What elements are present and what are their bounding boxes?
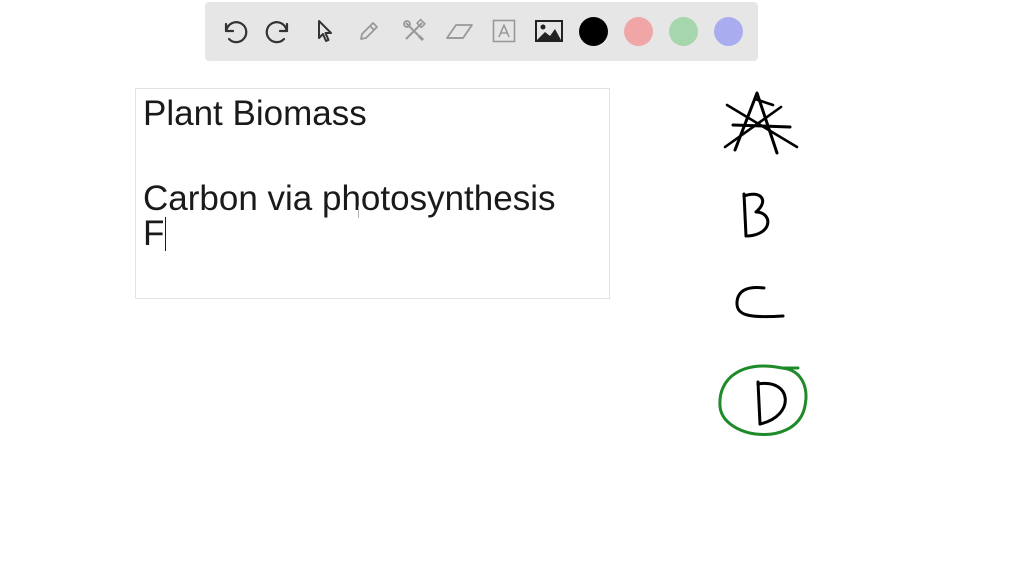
color-swatch-green[interactable] [669, 17, 698, 46]
pointer-icon[interactable] [306, 13, 342, 49]
drawing-toolbar [205, 2, 758, 61]
text-box[interactable]: Plant Biomass Carbon via photosynthesis … [135, 88, 610, 299]
redo-icon[interactable] [261, 13, 297, 49]
color-swatch-lavender[interactable] [714, 17, 743, 46]
ibeam-cursor-icon [358, 206, 359, 218]
typed-text: F [143, 214, 165, 253]
tools-icon[interactable] [396, 13, 432, 49]
handwritten-option-a-crossed: A [723, 91, 799, 155]
text-line-title: Plant Biomass [143, 94, 367, 133]
color-swatch-black[interactable] [579, 17, 608, 46]
whiteboard-canvas[interactable]: Plant Biomass Carbon via photosynthesis … [0, 0, 1024, 576]
color-swatch-pink[interactable] [624, 17, 653, 46]
handwritten-option-c: C [735, 286, 785, 319]
image-icon[interactable] [531, 13, 567, 49]
text-icon[interactable] [486, 13, 522, 49]
pen-icon[interactable] [351, 13, 387, 49]
undo-icon[interactable] [216, 13, 252, 49]
text-line-current: F [143, 214, 609, 253]
handwritten-option-d-circled: D [718, 364, 808, 436]
handwritten-option-b: B [742, 192, 770, 238]
text-line-carbon: Carbon via photosynthesis [143, 179, 556, 218]
text-blank-line [143, 131, 609, 165]
eraser-icon[interactable] [441, 13, 477, 49]
text-caret [165, 217, 167, 251]
